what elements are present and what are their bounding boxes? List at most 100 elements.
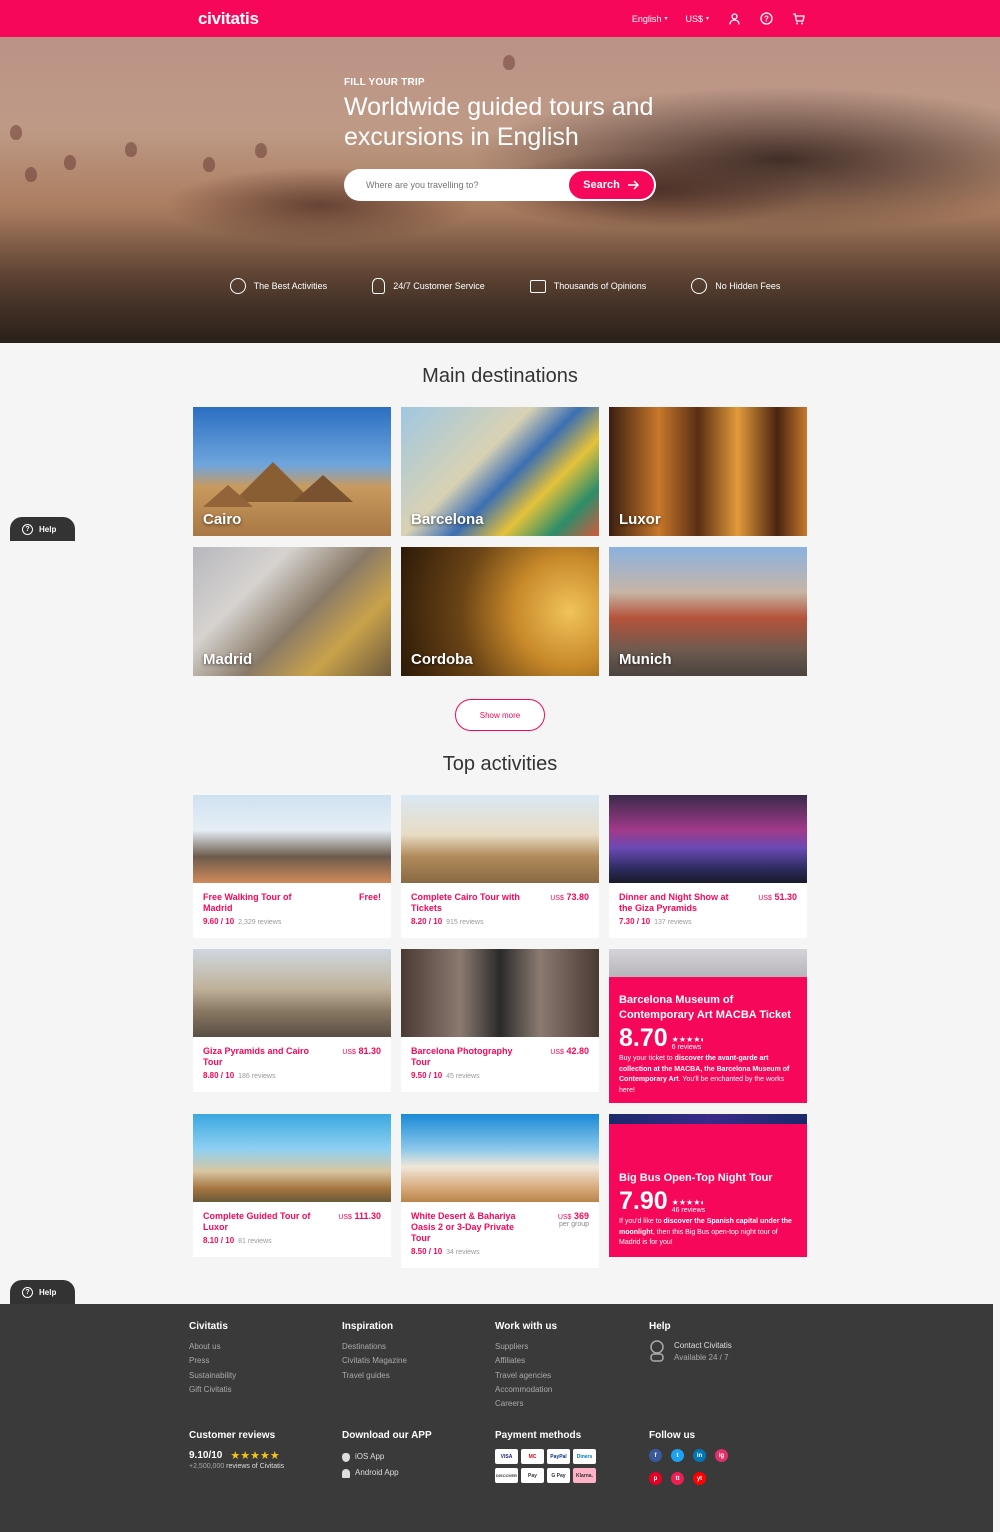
footer-link[interactable]: Accommodation — [495, 1383, 557, 1397]
headset-icon — [372, 278, 386, 294]
footer-link[interactable]: Destinations — [342, 1340, 407, 1354]
social-row: p tt yt — [649, 1472, 728, 1485]
android-app-link[interactable]: Android App — [342, 1465, 432, 1481]
footer-heading: Download our APP — [342, 1430, 432, 1441]
promo-text: If you'd like to — [619, 1218, 664, 1225]
dollar-icon — [691, 278, 708, 294]
destination-card-barcelona[interactable]: Barcelona — [401, 407, 599, 536]
activity-price: US$ 73.80 — [550, 892, 589, 902]
instagram-icon[interactable]: ig — [715, 1449, 728, 1462]
footer-link[interactable]: Suppliers — [495, 1340, 557, 1354]
cart-icon[interactable] — [791, 12, 805, 26]
search-bar: Search — [344, 169, 656, 201]
activity-rating: 9.60 / 10 2,329 reviews — [203, 917, 381, 926]
destination-name: Cordoba — [411, 651, 473, 668]
youtube-icon[interactable]: yt — [693, 1472, 706, 1485]
activity-card[interactable]: Complete Guided Tour of Luxor US$ 111.30… — [193, 1114, 391, 1257]
feature-label: The Best Activities — [253, 281, 328, 291]
activity-rating: 8.80 / 10 186 reviews — [203, 1071, 381, 1080]
activity-rating: 7.30 / 10 137 reviews — [619, 917, 797, 926]
promo-image — [609, 1114, 807, 1124]
search-button[interactable]: Search — [568, 170, 655, 200]
contact-block[interactable]: Contact Civitatis Available 24 / 7 — [649, 1340, 732, 1364]
destination-card-cordoba[interactable]: Cordoba — [401, 547, 599, 676]
reviews-score-row: 9.10/10 ★★★★★ — [189, 1449, 284, 1462]
show-more-button[interactable]: Show more — [455, 699, 545, 731]
footer-link[interactable]: Sustainability — [189, 1369, 236, 1383]
promo-title: Barcelona Museum of Contemporary Art MAC… — [619, 994, 791, 1021]
footer-link[interactable]: Civitatis Magazine — [342, 1354, 407, 1368]
help-circle-icon[interactable]: ? — [759, 12, 773, 26]
activity-image — [401, 1114, 599, 1202]
footer-link[interactable]: Travel guides — [342, 1369, 407, 1383]
reviews-icon — [529, 279, 546, 293]
pinterest-icon[interactable]: p — [649, 1472, 662, 1485]
klarna-icon: Klarna. — [573, 1468, 596, 1483]
promo-card-macba[interactable]: Barcelona Museum of Contemporary Art MAC… — [609, 949, 807, 1103]
feature-no-fees: No Hidden Fees — [691, 278, 780, 294]
civitatis-logo[interactable]: civitatis — [198, 9, 259, 29]
footer-link[interactable]: Careers — [495, 1397, 557, 1411]
footer-link[interactable]: Press — [189, 1354, 236, 1368]
promo-card-big-bus[interactable]: Big Bus Open-Top Night Tour 7.90 ★★★★◐ 4… — [609, 1114, 807, 1257]
activity-title: Complete Cairo Tour with Tickets — [411, 892, 520, 913]
footer-link[interactable]: Gift Civitatis — [189, 1383, 236, 1397]
footer-link[interactable]: Affiliates — [495, 1354, 557, 1368]
site-footer: Civitatis About us Press Sustainability … — [0, 1304, 993, 1532]
headset-icon — [650, 1340, 664, 1362]
language-selector[interactable]: English ▾ — [632, 14, 668, 24]
destination-card-luxor[interactable]: Luxor — [609, 407, 807, 536]
help-button[interactable]: ? Help — [10, 1280, 75, 1304]
feature-opinions: Thousands of Opinions — [529, 278, 646, 294]
activity-card[interactable]: Free Walking Tour of Madrid Free! 9.60 /… — [193, 795, 391, 938]
apple-pay-icon: Pay — [521, 1468, 544, 1483]
arrow-right-icon — [627, 180, 639, 190]
feature-best-activities: The Best Activities — [229, 278, 328, 294]
destination-search-input[interactable] — [344, 180, 564, 190]
main-destinations-title: Main destinations — [422, 365, 578, 387]
footer-heading: Payment methods — [495, 1430, 582, 1441]
mastercard-icon: MC — [521, 1449, 544, 1464]
twitter-icon[interactable]: t — [671, 1449, 684, 1462]
activity-card[interactable]: White Desert & Bahariya Oasis 2 or 3-Day… — [401, 1114, 599, 1268]
price-per-group: per group — [559, 1221, 589, 1228]
activity-image — [193, 1114, 391, 1202]
rating-score: 8.80 / 10 — [203, 1071, 235, 1080]
star-rating-icon: ★★★★◐ — [671, 1035, 706, 1044]
language-label: English — [631, 13, 662, 24]
activity-card[interactable]: Dinner and Night Show at the Giza Pyrami… — [609, 795, 807, 938]
reviews-count: +2,500,000 reviews of Civitatis — [189, 1463, 284, 1470]
contact-link[interactable]: Contact Civitatis — [674, 1340, 732, 1352]
badge-check-icon — [229, 278, 246, 294]
feature-customer-service: 24/7 Customer Service — [372, 278, 485, 294]
destination-card-madrid[interactable]: Madrid — [193, 547, 391, 676]
footer-heading: Help — [649, 1321, 671, 1332]
activity-body: Free Walking Tour of Madrid Free! 9.60 /… — [193, 883, 391, 934]
footer-app: Download our APP iOS App Android App — [342, 1430, 432, 1481]
currency-selector[interactable]: US$ ▾ — [685, 14, 709, 24]
footer-link[interactable]: About us — [189, 1340, 236, 1354]
facebook-icon[interactable]: f — [649, 1449, 662, 1462]
rating-reviews: 45 reviews — [446, 1073, 480, 1080]
activity-body: White Desert & Bahariya Oasis 2 or 3-Day… — [401, 1202, 599, 1264]
footer-link[interactable]: Travel agencies — [495, 1369, 557, 1383]
social-row: f t in ig — [649, 1449, 728, 1462]
top-nav-actions: English ▾ US$ ▾ ? — [632, 12, 805, 26]
help-button[interactable]: ? Help — [10, 517, 75, 541]
activity-card[interactable]: Giza Pyramids and Cairo Tour US$ 81.30 8… — [193, 949, 391, 1092]
rating-reviews: 2,329 reviews — [238, 919, 282, 926]
chevron-down-icon: ▾ — [705, 16, 709, 22]
user-icon[interactable] — [727, 12, 741, 26]
ios-app-link[interactable]: iOS App — [342, 1449, 432, 1465]
activity-rating: 9.50 / 10 45 reviews — [411, 1071, 589, 1080]
activity-card[interactable]: Complete Cairo Tour with Tickets US$ 73.… — [401, 795, 599, 938]
tiktok-icon[interactable]: tt — [671, 1472, 684, 1485]
destination-card-munich[interactable]: Munich — [609, 547, 807, 676]
visa-icon: VISA — [495, 1449, 518, 1464]
activity-image — [609, 795, 807, 883]
linkedin-icon[interactable]: in — [693, 1449, 706, 1462]
price-value: Free! — [358, 892, 381, 902]
activity-card[interactable]: Barcelona Photography Tour US$ 42.80 9.5… — [401, 949, 599, 1092]
destination-card-cairo[interactable]: Cairo — [193, 407, 391, 536]
rating-score: 8.10 / 10 — [203, 1236, 235, 1245]
